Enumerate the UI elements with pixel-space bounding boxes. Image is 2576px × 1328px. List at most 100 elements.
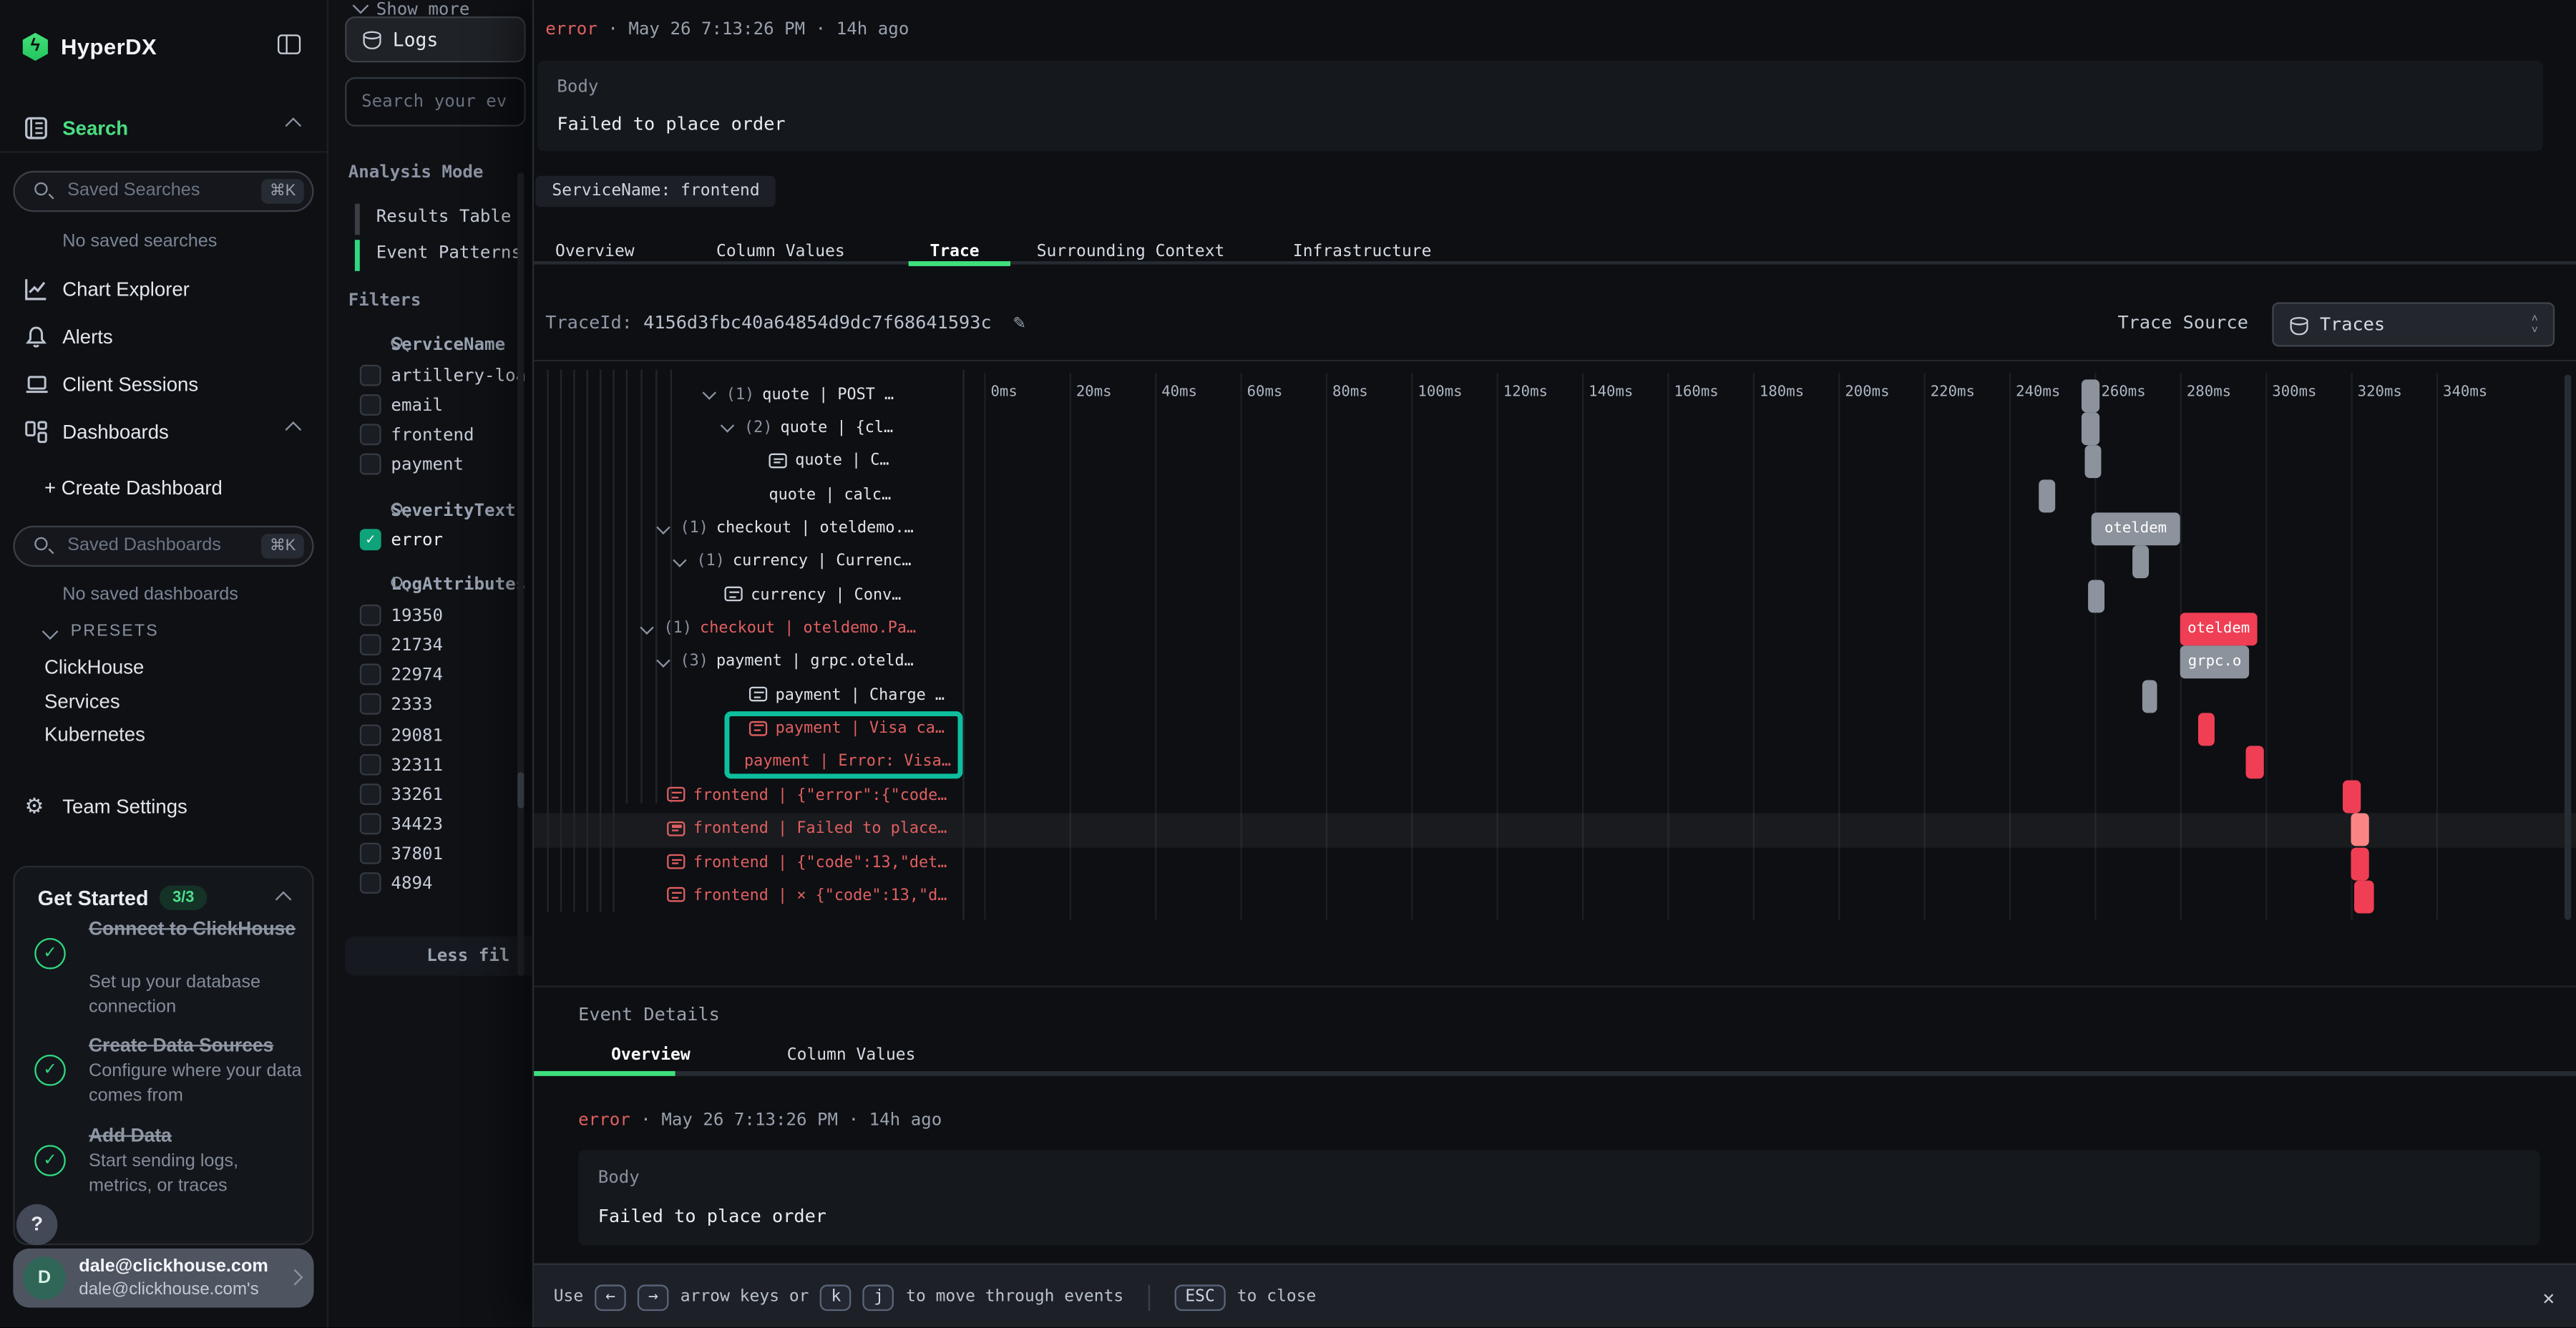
checkbox[interactable]: ✓ [360, 529, 381, 550]
checkbox[interactable] [360, 693, 381, 715]
span-bar[interactable] [2039, 479, 2055, 512]
checkbox[interactable] [360, 634, 381, 655]
scrollbar-track[interactable] [517, 172, 524, 976]
checkbox[interactable] [360, 454, 381, 475]
selection-box [725, 711, 963, 778]
span-bar[interactable] [2082, 379, 2099, 411]
checkbox[interactable] [360, 664, 381, 685]
axis-tick-label: 280ms [2187, 384, 2231, 401]
checkbox[interactable] [360, 394, 381, 416]
search-section-icon [24, 117, 47, 140]
span-bar[interactable]: oteldem [2180, 612, 2258, 645]
edit-icon[interactable]: ✎ [1013, 311, 1025, 333]
gridline [1667, 373, 1669, 920]
tab-trace[interactable]: Trace [930, 243, 979, 261]
checkbox[interactable] [360, 723, 381, 745]
chevron-down-icon[interactable] [721, 419, 734, 432]
hint-text: arrow keys or [680, 1288, 809, 1306]
chevron-down-icon[interactable] [657, 653, 670, 666]
tree-indent-guide [560, 370, 562, 912]
span-bar[interactable] [2082, 412, 2099, 445]
chevron-down-icon [42, 623, 59, 640]
tab-overview[interactable]: Overview [611, 1047, 691, 1065]
checkbox[interactable] [360, 365, 381, 386]
tab-overview[interactable]: Overview [555, 243, 635, 261]
gridline [1753, 373, 1755, 920]
span-bar[interactable] [2088, 580, 2104, 612]
chevron-up-icon[interactable] [275, 892, 292, 908]
span-bar[interactable]: grpc.o [2180, 646, 2250, 679]
axis-tick-label: 320ms [2358, 384, 2402, 401]
filters-label: Filters [348, 290, 421, 311]
divider [0, 151, 327, 152]
show-more-toggle[interactable]: Show more [355, 0, 469, 20]
close-icon[interactable]: ✕ [2543, 1286, 2555, 1309]
brand-name: HyperDX [61, 34, 157, 59]
span-bar[interactable] [2343, 780, 2361, 813]
no-saved-searches-text: No saved searches [62, 232, 217, 252]
span-bar[interactable] [2351, 814, 2368, 846]
event-search-input[interactable]: Search your ev [345, 77, 526, 127]
checkbox[interactable] [360, 843, 381, 864]
scrollbar-thumb[interactable] [2565, 374, 2571, 919]
checkbox[interactable] [360, 753, 381, 775]
tab-surrounding-context[interactable]: Surrounding Context [1037, 243, 1225, 261]
axis-tick-label: 160ms [1674, 384, 1719, 401]
span-bar[interactable] [2198, 713, 2215, 746]
checkbox[interactable] [360, 605, 381, 626]
chevron-down-icon[interactable] [703, 386, 716, 399]
sidebar-item-client-sessions[interactable]: Client Sessions [0, 364, 328, 404]
span-bar[interactable]: oteldem [2091, 512, 2180, 545]
body-card: Body Failed to place order [578, 1150, 2540, 1245]
tab-column-values[interactable]: Column Values [787, 1047, 916, 1065]
sidebar-item-dashboards[interactable]: Dashboards [0, 412, 328, 451]
create-dashboard-button[interactable]: + Create Dashboard [44, 477, 223, 499]
filter-group-ServiceName: ServiceName [355, 335, 505, 355]
checkbox[interactable] [360, 423, 381, 444]
user-account-chip[interactable]: D dale@clickhouse.com dale@clickhouse.co… [13, 1249, 313, 1308]
check-circle-icon: ✓ [34, 1055, 66, 1086]
gridline [1326, 373, 1327, 920]
sidebar-item-alerts[interactable]: Alerts [0, 317, 328, 356]
span-bar[interactable] [2351, 847, 2368, 880]
analysis-mode-option-results-table[interactable]: Results Table [355, 204, 360, 235]
active-tab-indicator [534, 1071, 675, 1076]
chevron-down-icon[interactable] [640, 620, 653, 633]
tab-column-values[interactable]: Column Values [716, 243, 845, 261]
scrollbar-thumb[interactable] [517, 772, 524, 809]
saved-dashboards-input[interactable]: Saved Dashboards ⌘K [13, 526, 313, 567]
span-bar[interactable] [2354, 880, 2373, 913]
tree-indent-guide [670, 370, 672, 804]
checkbox[interactable] [360, 812, 381, 834]
preset-item-clickhouse[interactable]: ClickHouse [44, 655, 144, 678]
data-source-button[interactable]: Logs [345, 16, 526, 62]
gridline [2265, 373, 2267, 920]
checkbox[interactable] [360, 783, 381, 804]
log-event-icon [667, 821, 685, 836]
preset-item-kubernetes[interactable]: Kubernetes [44, 723, 145, 746]
sidebar-item-search[interactable]: Search [0, 109, 328, 148]
chevron-down-icon[interactable] [673, 553, 686, 566]
preset-item-services[interactable]: Services [44, 689, 120, 712]
sidebar-item-team-settings[interactable]: ⚙ Team Settings [0, 787, 328, 826]
service-name-chip[interactable]: ServiceName: frontend [535, 176, 776, 208]
event-header: error · May 26 7:13:26 PM · 14h ago [545, 20, 909, 40]
checkbox[interactable] [360, 872, 381, 894]
analysis-mode-label: Analysis Mode [348, 162, 484, 182]
chevron-down-icon[interactable] [657, 519, 670, 532]
chart-line-icon [24, 278, 47, 301]
sidebar-item-chart-explorer[interactable]: Chart Explorer [0, 270, 328, 309]
shortcut-badge: ⌘K [261, 533, 303, 557]
span-bar[interactable] [2246, 746, 2264, 779]
sidebar-item-label: Team Settings [62, 795, 187, 818]
span-bar[interactable] [2142, 680, 2157, 713]
tab-infrastructure[interactable]: Infrastructure [1293, 243, 1432, 261]
saved-searches-input[interactable]: Saved Searches ⌘K [13, 171, 313, 212]
analysis-mode-option-event-patterns[interactable]: Event Patterns [355, 240, 360, 271]
collapse-sidebar-icon[interactable] [278, 34, 301, 54]
span-bar[interactable] [2132, 546, 2149, 579]
help-button[interactable]: ? [16, 1204, 57, 1245]
trace-source-select[interactable]: Traces ˄˅ [2272, 302, 2555, 346]
less-filters-button[interactable]: Less fil [345, 937, 532, 976]
span-bar[interactable] [2085, 446, 2102, 479]
